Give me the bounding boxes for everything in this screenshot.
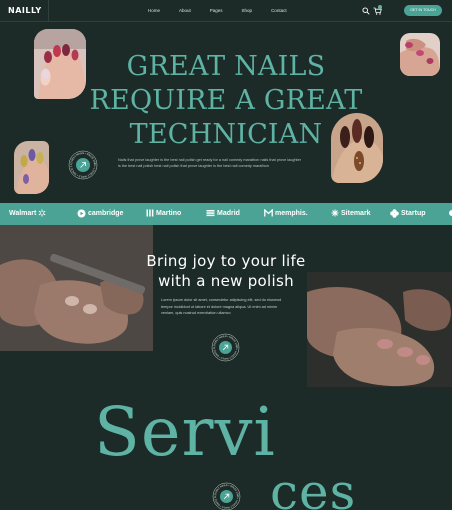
hero-photo-nails-middle-left: [14, 141, 49, 194]
search-icon[interactable]: [362, 7, 370, 15]
about-photo-nail-treatment: [307, 272, 452, 387]
services-heading-part-2: ces: [270, 463, 357, 510]
hero-description-line-2: is the best nail polish best nail polish…: [118, 164, 269, 168]
hero-circular-badge[interactable]: LOVELY NAILS • SINCE 1990 • LOVELY NAILS…: [68, 150, 98, 180]
about-headline: Bring joy to your life with a new polish: [130, 251, 322, 291]
site-logo[interactable]: NAILLY: [8, 6, 42, 15]
services-circular-badge[interactable]: LOVELY NAILS • SINCE 1990 • LOVELY NAILS…: [212, 482, 241, 510]
hero-photo-nails-top-left: [34, 29, 86, 99]
main-nav: Home About Pages Shop Contact: [148, 8, 287, 13]
get-in-touch-button[interactable]: GET IN TOUCH: [404, 5, 442, 16]
brand-sitemark-label: Sitemark: [341, 209, 371, 217]
top-navigation-bar: NAILLY Home About Pages Shop Contact GET…: [0, 0, 452, 22]
asterisk-icon: [331, 209, 339, 217]
hero-headline-line-2: REQUIRE A GREAT: [89, 85, 363, 116]
nav-home[interactable]: Home: [148, 8, 160, 13]
bars-icon: [146, 209, 154, 217]
nav-pages[interactable]: Pages: [210, 8, 223, 13]
nav-contact[interactable]: Contact: [271, 8, 287, 13]
brand-walmart-label: Walmart: [9, 209, 37, 217]
brand-cambridge-label: cambridge: [88, 210, 124, 217]
play-circle-icon: [77, 209, 86, 218]
m-mark-icon: [264, 209, 273, 217]
brand-madrid: Madrid: [206, 209, 240, 217]
about-headline-line-1: Bring joy to your life: [146, 252, 306, 270]
brand-memphis: memphis.: [264, 209, 308, 217]
brand-startup-label: Startup: [401, 210, 426, 217]
brand-logo-strip: Walmart cambridge Martino Madrid memphis…: [0, 203, 452, 225]
nav-shop[interactable]: Shop: [242, 8, 253, 13]
stripes-icon: [206, 210, 215, 217]
brand-martino-label: Martino: [156, 209, 182, 217]
brand-memphis-label: memphis.: [275, 209, 308, 217]
hero-photo-nails-top-right: [400, 33, 440, 76]
hero-headline-line-1: GREAT NAILS: [126, 51, 326, 82]
brand-cutoff: [448, 209, 452, 217]
brand-walmart: Walmart: [9, 209, 46, 217]
brand-startup: Startup: [390, 209, 426, 218]
about-circular-badge[interactable]: LOVELY NAILS • SINCE 1990 • LOVELY NAILS…: [211, 333, 240, 362]
about-headline-line-2: with a new polish: [158, 272, 294, 290]
header-divider: [48, 0, 49, 22]
flower-icon: [390, 209, 399, 218]
spark-icon: [449, 210, 452, 216]
services-heading-part-1: Servi: [94, 393, 276, 471]
hero-photo-nails-middle-right: [331, 113, 383, 183]
brand-martino: Martino: [146, 209, 181, 217]
cart-count-badge: [378, 5, 382, 9]
nav-about[interactable]: About: [179, 8, 191, 13]
spark-icon: [38, 209, 46, 217]
hero-description: Nails that prove laughter is the best na…: [118, 157, 314, 169]
brand-cambridge: cambridge: [77, 209, 123, 218]
brand-sitemark: Sitemark: [331, 209, 371, 217]
brand-madrid-label: Madrid: [217, 209, 240, 217]
about-description: Lorem ipsum dolor sit amet, consectetur …: [161, 298, 282, 315]
